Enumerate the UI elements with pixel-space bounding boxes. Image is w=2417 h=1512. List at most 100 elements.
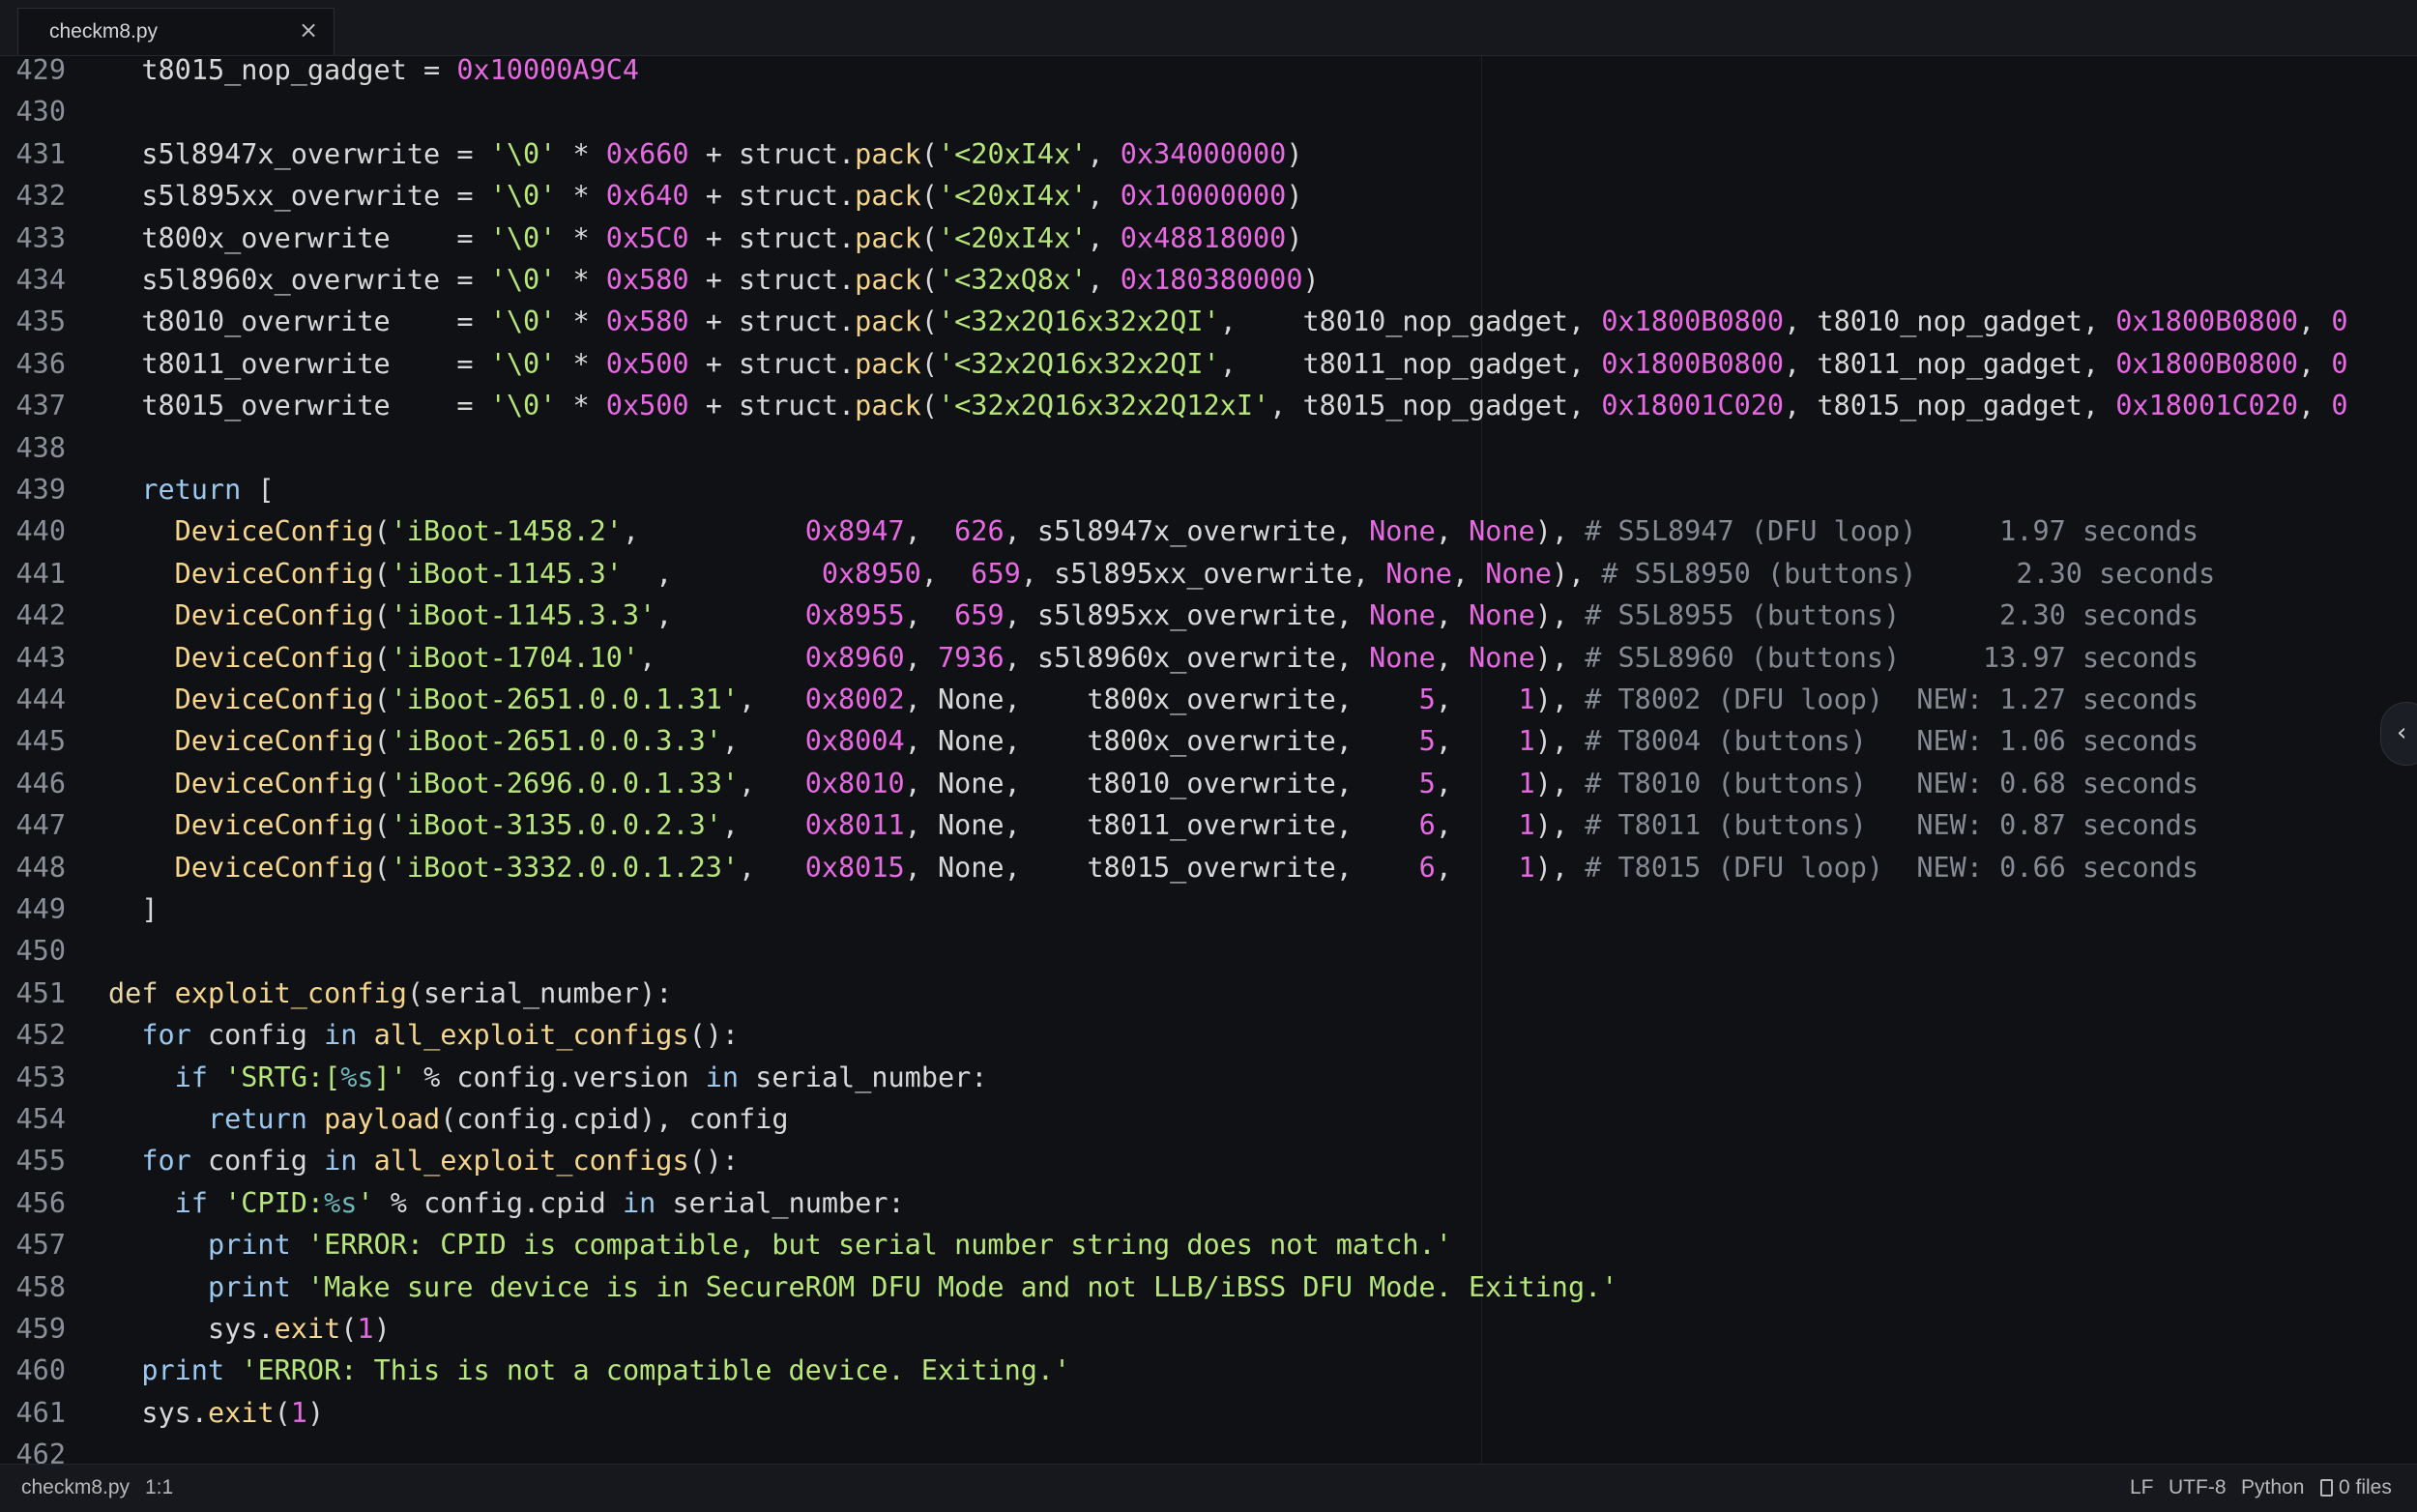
code-line[interactable]: t8015_overwrite = '\0' * 0x500 + struct.… bbox=[108, 385, 2347, 426]
code-token: 0x8950 bbox=[821, 557, 921, 590]
code-token: s5l8960x_overwrite = bbox=[108, 264, 490, 296]
code-line[interactable]: sys.exit(1) bbox=[108, 1308, 391, 1350]
sidebar-toggle-button[interactable]: ‹ bbox=[2380, 702, 2417, 766]
code-line[interactable]: t8010_overwrite = '\0' * 0x580 + struct.… bbox=[108, 301, 2347, 342]
code-token: DeviceConfig bbox=[174, 557, 374, 590]
code-line[interactable]: t8011_overwrite = '\0' * 0x500 + struct.… bbox=[108, 343, 2347, 385]
status-encoding[interactable]: UTF-8 bbox=[2169, 1476, 2227, 1499]
line-number: 460 bbox=[15, 1354, 66, 1387]
code-token: 5 bbox=[1418, 767, 1436, 800]
code-token: 626 bbox=[954, 515, 1005, 548]
code-token: * bbox=[556, 390, 606, 422]
code-line[interactable]: if 'CPID:%s' % config.cpid in serial_num… bbox=[108, 1182, 905, 1224]
code-token: , bbox=[739, 851, 805, 884]
code-area[interactable]: t8015_nop_gadget = 0x10000A9C4 s5l8947x_… bbox=[108, 56, 2417, 1464]
code-token: 5 bbox=[1418, 683, 1436, 715]
code-token: , bbox=[1087, 221, 1121, 254]
code-line[interactable]: DeviceConfig('iBoot-3332.0.0.1.23', 0x80… bbox=[108, 847, 2199, 888]
code-line[interactable]: s5l8960x_overwrite = '\0' * 0x580 + stru… bbox=[108, 259, 1319, 301]
code-token: ), bbox=[1534, 599, 1586, 632]
code-token: return bbox=[207, 1103, 307, 1135]
code-token: print bbox=[141, 1354, 225, 1387]
code-token: , bbox=[1435, 515, 1470, 548]
code-line[interactable]: DeviceConfig('iBoot-2651.0.0.3.3', 0x800… bbox=[108, 720, 2199, 762]
code-token: ), bbox=[1534, 641, 1586, 674]
code-editor[interactable]: 429 430 431 432 433 434 435 436 437 438 439 440 441 4… bbox=[0, 56, 2417, 1464]
code-line[interactable]: DeviceConfig('iBoot-2696.0.0.1.33', 0x80… bbox=[108, 763, 2199, 804]
code-line[interactable]: for config in all_exploit_configs(): bbox=[108, 1014, 739, 1056]
code-token: , s5l895xx_overwrite, bbox=[1020, 557, 1386, 590]
code-token: ( bbox=[373, 851, 391, 884]
code-token: '<20xI4x' bbox=[937, 180, 1088, 213]
code-line[interactable]: DeviceConfig('iBoot-2651.0.0.1.31', 0x80… bbox=[108, 679, 2199, 720]
close-icon[interactable]: × bbox=[297, 16, 320, 44]
code-token: ( bbox=[373, 767, 391, 800]
tab-checkm8[interactable]: checkm8.py × bbox=[17, 8, 335, 55]
code-line[interactable]: print 'ERROR: This is not a compatible d… bbox=[108, 1350, 1070, 1391]
line-number: 429 bbox=[15, 56, 66, 86]
code-token: 0x5C0 bbox=[605, 221, 689, 254]
code-token: DeviceConfig bbox=[174, 767, 374, 800]
line-number: 432 bbox=[15, 180, 66, 213]
code-token: serial_number: bbox=[655, 1186, 905, 1219]
code-line[interactable]: t800x_overwrite = '\0' * 0x5C0 + struct.… bbox=[108, 218, 1302, 259]
code-line[interactable]: for config in all_exploit_configs(): bbox=[108, 1140, 739, 1181]
code-token: 1 bbox=[1518, 725, 1535, 758]
status-cursor-position[interactable]: 1:1 bbox=[145, 1476, 173, 1499]
code-token: , t8011_nop_gadget, bbox=[1784, 347, 2116, 380]
code-token: ( bbox=[920, 264, 938, 296]
code-token: ), bbox=[1534, 767, 1586, 800]
line-number: 434 bbox=[15, 264, 66, 296]
code-token: 1 bbox=[357, 1313, 374, 1345]
code-line[interactable]: return [ bbox=[108, 469, 274, 510]
code-token: ), bbox=[1551, 557, 1602, 590]
code-line[interactable]: s5l895xx_overwrite = '\0' * 0x640 + stru… bbox=[108, 175, 1302, 217]
code-token: for bbox=[141, 1019, 191, 1052]
code-token: 0x580 bbox=[605, 264, 689, 296]
code-token: , bbox=[721, 809, 805, 842]
code-token: ) bbox=[306, 1396, 325, 1429]
code-token: , bbox=[721, 725, 805, 758]
status-files[interactable]: 0 files bbox=[2320, 1476, 2392, 1499]
files-icon bbox=[2320, 1479, 2333, 1497]
code-line[interactable]: if 'SRTG:[%s]' % config.version in seria… bbox=[108, 1057, 988, 1098]
code-token: , t8010_nop_gadget, bbox=[1219, 305, 1602, 338]
code-token: 0x18001C020 bbox=[2115, 390, 2298, 422]
code-line[interactable]: s5l8947x_overwrite = '\0' * 0x660 + stru… bbox=[108, 133, 1302, 175]
code-token: , t8011_nop_gadget, bbox=[1219, 347, 1602, 380]
code-line[interactable]: sys.exit(1) bbox=[108, 1392, 324, 1434]
code-line[interactable]: DeviceConfig('iBoot-1704.10', 0x8960, 79… bbox=[108, 637, 2199, 679]
status-language[interactable]: Python bbox=[2241, 1476, 2304, 1499]
tab-title: checkm8.py bbox=[49, 20, 159, 43]
code-token: DeviceConfig bbox=[174, 641, 374, 674]
code-token: ] bbox=[108, 893, 159, 925]
status-line-ending[interactable]: LF bbox=[2130, 1476, 2154, 1499]
code-token: exploit_config bbox=[174, 976, 407, 1009]
code-line[interactable]: DeviceConfig('iBoot-1458.2', 0x8947, 626… bbox=[108, 510, 2199, 552]
code-token: ), bbox=[1534, 683, 1586, 715]
code-line[interactable]: def exploit_config(serial_number): bbox=[108, 973, 672, 1014]
code-line[interactable]: DeviceConfig('iBoot-1145.3' , 0x8950, 65… bbox=[108, 553, 2216, 595]
code-token: '<32x2Q16x32x2QI' bbox=[937, 347, 1220, 380]
code-token: payload bbox=[324, 1103, 441, 1135]
code-token: , bbox=[1435, 851, 1519, 884]
code-token: * bbox=[556, 264, 606, 296]
code-token: t8011_overwrite = bbox=[108, 347, 490, 380]
code-line[interactable]: return payload(config.cpid), config bbox=[108, 1098, 789, 1140]
code-line[interactable]: t8015_nop_gadget = 0x10000A9C4 bbox=[108, 56, 639, 91]
code-line[interactable]: ] bbox=[108, 888, 158, 930]
code-token: # T8015 (DFU loop) NEW: 0.66 seconds bbox=[1585, 851, 2199, 884]
code-line[interactable]: DeviceConfig('iBoot-1145.3.3', 0x8955, 6… bbox=[108, 595, 2199, 636]
code-token: , t8010_nop_gadget, bbox=[1784, 305, 2116, 338]
line-number: 442 bbox=[15, 599, 66, 632]
code-line[interactable]: print 'Make sure device is in SecureROM … bbox=[108, 1266, 1618, 1308]
code-token: 0x8947 bbox=[804, 515, 905, 548]
code-line[interactable]: print 'ERROR: CPID is compatible, but se… bbox=[108, 1224, 1452, 1265]
code-line[interactable]: DeviceConfig('iBoot-3135.0.0.2.3', 0x801… bbox=[108, 804, 2199, 846]
code-token: 'iBoot-1145.3.3' bbox=[390, 599, 656, 632]
